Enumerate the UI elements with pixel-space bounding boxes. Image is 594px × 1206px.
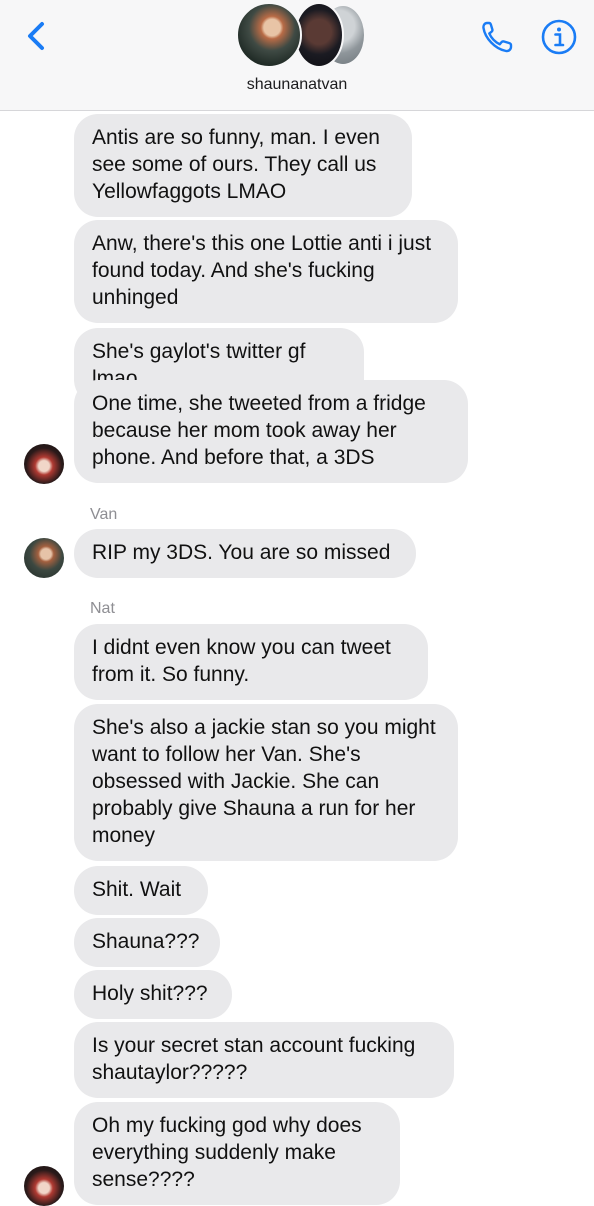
avatar[interactable] (24, 538, 64, 578)
message-bubble[interactable]: She's also a jackie stan so you might wa… (74, 704, 458, 861)
info-icon[interactable] (540, 18, 578, 56)
phone-icon[interactable] (478, 18, 516, 56)
message-bubble[interactable]: I didnt even know you can tweet from it.… (74, 624, 428, 700)
message-bubble[interactable]: One time, she tweeted from a fridge beca… (74, 380, 468, 483)
back-chevron-icon[interactable] (20, 18, 56, 54)
message-bubble[interactable]: Oh my fucking god why does everything su… (74, 1102, 400, 1205)
message-bubble[interactable]: Shit. Wait (74, 866, 208, 915)
sender-label: Van (90, 506, 118, 523)
avatar (236, 2, 302, 68)
chat-header: shaunanatvan (0, 0, 594, 111)
message-bubble[interactable]: Shauna??? (74, 918, 220, 967)
sender-label: Nat (90, 600, 115, 617)
avatar[interactable] (24, 1166, 64, 1206)
group-avatars[interactable] (236, 2, 366, 68)
message-bubble[interactable]: Anw, there's this one Lottie anti i just… (74, 220, 458, 323)
message-bubble[interactable]: Holy shit??? (74, 970, 232, 1019)
message-bubble[interactable]: Antis are so funny, man. I even see some… (74, 114, 412, 217)
message-bubble[interactable]: Is your secret stan account fucking shau… (74, 1022, 454, 1098)
chat-title[interactable]: shaunanatvan (0, 76, 594, 94)
message-bubble[interactable]: RIP my 3DS. You are so missed (74, 529, 416, 578)
avatar[interactable] (24, 444, 64, 484)
